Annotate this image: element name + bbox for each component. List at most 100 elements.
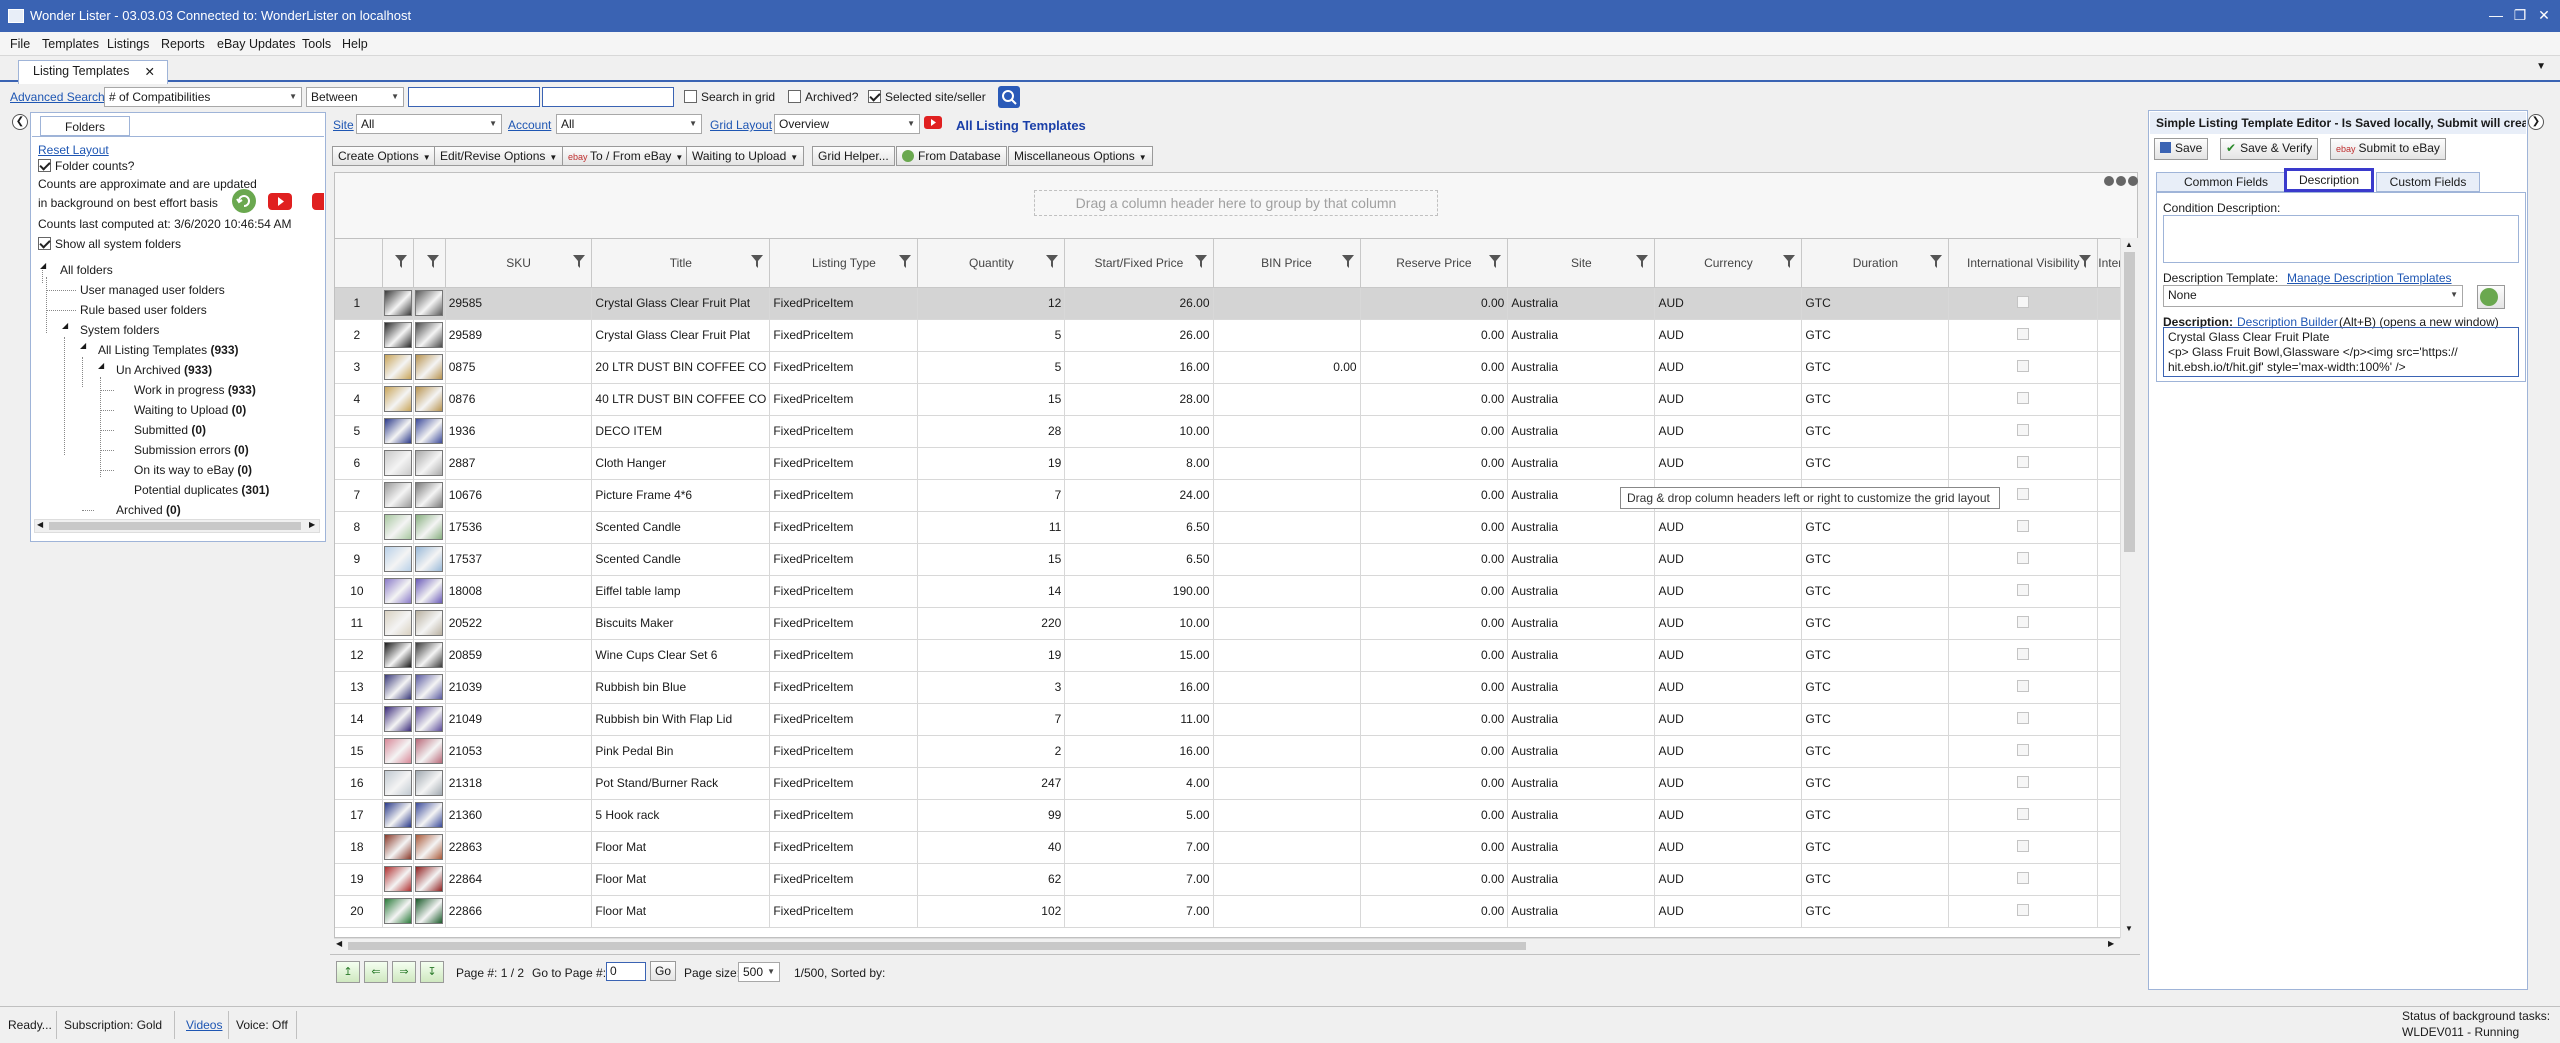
waiting-to-upload-button[interactable]: Waiting to Upload ▼ [686, 146, 805, 166]
tree-expand-icon[interactable]: ◢ [80, 341, 86, 350]
grid-horizontal-scrollbar[interactable]: ◀ ▶ [334, 938, 2120, 952]
tree-item-work-in-progress[interactable]: Work in progress (933) [134, 383, 256, 397]
filter-icon[interactable] [1930, 255, 1943, 269]
show-all-system-folders-checkbox[interactable]: Show all system folders [38, 237, 181, 251]
filter-icon[interactable] [1636, 255, 1649, 269]
account-select[interactable]: All ▼ [556, 114, 702, 134]
header-reserve-price[interactable]: Reserve Price [1360, 239, 1509, 288]
scroll-down-icon[interactable]: ▼ [2125, 924, 2133, 933]
tree-item-submitted[interactable]: Submitted (0) [134, 423, 206, 437]
international-visibility-checkbox[interactable] [2017, 391, 2030, 404]
table-row[interactable]: 4 0876 40 LTR DUST BIN COFFEE CO FixedPrice… [335, 383, 2137, 416]
international-visibility-checkbox[interactable] [2017, 871, 2030, 884]
international-visibility-checkbox[interactable] [2017, 423, 2030, 436]
filter-icon[interactable] [751, 255, 764, 269]
minimize-icon[interactable]: — [2484, 4, 2508, 26]
scroll-left-icon[interactable]: ◀ [336, 939, 342, 948]
international-visibility-checkbox[interactable] [2017, 679, 2030, 692]
grid-vertical-scrollbar[interactable]: ▲ ▼ [2120, 238, 2138, 938]
tree-item-submission-errors[interactable]: Submission errors (0) [134, 443, 249, 457]
edit-revise-options-button[interactable]: Edit/Revise Options ▼ [434, 146, 564, 166]
scroll-right-icon[interactable]: ▶ [2108, 939, 2114, 948]
filter-icon[interactable] [1783, 255, 1796, 269]
header-quantity[interactable]: Quantity [917, 239, 1066, 288]
table-row[interactable]: 11 20522 Biscuits Maker FixedPriceItem 220 10… [335, 607, 2137, 640]
search-operator-select[interactable]: Between ▼ [306, 87, 404, 107]
menu-ebay-updates[interactable]: eBay Updates [217, 37, 296, 51]
tab-description[interactable]: Description [2284, 168, 2374, 192]
youtube-video-button-2[interactable] [312, 193, 324, 210]
scrollbar-thumb[interactable] [49, 522, 301, 530]
filter-icon[interactable] [1489, 255, 1502, 269]
archived-checkbox[interactable]: Archived? [788, 90, 858, 104]
group-by-drop-zone[interactable]: Drag a column header here to group by th… [1034, 190, 1438, 216]
folder-counts-checkbox[interactable]: Folder counts? [38, 159, 134, 173]
table-row[interactable]: 20 22866 Floor Mat FixedPriceItem 102 7.00 0.0… [335, 895, 2137, 928]
menu-file[interactable]: File [10, 37, 30, 51]
search-value-1-input[interactable] [408, 87, 540, 107]
first-page-icon[interactable]: ↥ [336, 961, 360, 983]
header-start-price[interactable]: Start/Fixed Price [1064, 239, 1214, 288]
menu-listings[interactable]: Listings [107, 37, 149, 51]
previous-page-icon[interactable]: ⇐ [364, 961, 388, 983]
grid-helper-button[interactable]: Grid Helper... [812, 146, 895, 166]
table-row[interactable]: 10 18008 Eiffel table lamp FixedPriceItem 14… [335, 575, 2137, 608]
international-visibility-checkbox[interactable] [2017, 775, 2030, 788]
international-visibility-checkbox[interactable] [2017, 551, 2030, 564]
tree-item-on-its-way[interactable]: On its way to eBay (0) [134, 463, 252, 477]
table-row[interactable]: 9 17537 Scented Candle FixedPriceItem 15 6.50… [335, 543, 2137, 576]
reset-layout-link[interactable]: Reset Layout [38, 143, 109, 157]
filter-icon[interactable] [1341, 255, 1354, 269]
tree-expand-icon[interactable]: ◢ [62, 321, 68, 330]
refresh-counts-button[interactable] [232, 189, 256, 213]
table-row[interactable]: 18 22863 Floor Mat FixedPriceItem 40 7.00 0.00… [335, 831, 2137, 864]
filter-icon[interactable] [394, 255, 407, 269]
international-visibility-checkbox[interactable] [2017, 903, 2030, 916]
account-link[interactable]: Account [508, 118, 551, 132]
search-in-grid-checkbox[interactable]: Search in grid [684, 90, 775, 104]
tree-expand-icon[interactable]: ◢ [40, 261, 46, 270]
international-visibility-checkbox[interactable] [2017, 743, 2030, 756]
header-title[interactable]: Title [591, 239, 771, 288]
header-sku[interactable]: SKU [445, 239, 593, 288]
table-row[interactable]: 19 22864 Floor Mat FixedPriceItem 62 7.00 0.00… [335, 863, 2137, 896]
table-row[interactable]: 14 21049 Rubbish bin With Flap Lid FixedPri… [335, 703, 2137, 736]
menu-help[interactable]: Help [342, 37, 368, 51]
site-select[interactable]: All ▼ [356, 114, 502, 134]
tree-item-potential-duplicates[interactable]: Potential duplicates (301) [134, 483, 269, 497]
scroll-up-icon[interactable]: ▲ [2125, 240, 2133, 249]
international-visibility-checkbox[interactable] [2017, 359, 2030, 372]
next-page-icon[interactable]: ⇒ [392, 961, 416, 983]
table-row[interactable]: 8 17536 Scented Candle FixedPriceItem 11 6.50… [335, 511, 2137, 544]
close-icon[interactable]: ✕ [2532, 4, 2556, 26]
filter-icon[interactable] [2079, 255, 2092, 269]
goto-page-input[interactable]: 0 [606, 962, 646, 981]
table-row[interactable]: 1 29585 Crystal Glass Clear Fruit Plat Fixe… [335, 287, 2137, 320]
international-visibility-checkbox[interactable] [2017, 711, 2030, 724]
filter-icon[interactable] [426, 255, 439, 269]
grid-option-dot[interactable] [2128, 176, 2138, 186]
site-link[interactable]: Site [333, 118, 354, 132]
last-page-icon[interactable]: ↧ [420, 961, 444, 983]
tree-item-system-folders[interactable]: System folders [80, 323, 159, 337]
header-duration[interactable]: Duration [1801, 239, 1950, 288]
filter-icon[interactable] [1046, 255, 1059, 269]
header-site[interactable]: Site [1507, 239, 1656, 288]
save-verify-button[interactable]: ✔ Save & Verify [2220, 138, 2319, 160]
from-database-button[interactable]: From Database [896, 146, 1007, 166]
tab-common-fields[interactable]: Common Fields [2156, 172, 2296, 192]
filter-icon[interactable] [1194, 255, 1207, 269]
scrollbar-thumb[interactable] [348, 942, 1526, 950]
go-button[interactable]: Go [650, 961, 677, 981]
youtube-help-button[interactable] [924, 116, 942, 129]
header-image-1[interactable] [382, 239, 414, 288]
tree-item-un-archived[interactable]: Un Archived (933) [116, 363, 212, 377]
international-visibility-checkbox[interactable] [2017, 647, 2030, 660]
international-visibility-checkbox[interactable] [2017, 455, 2030, 468]
youtube-video-button[interactable] [268, 193, 292, 210]
grid-option-dot[interactable] [2104, 176, 2114, 186]
description-editor[interactable]: Crystal Glass Clear Fruit Plate <p> Glas… [2163, 327, 2519, 377]
condition-description-input[interactable] [2163, 215, 2519, 263]
tree-item-all-listing-templates[interactable]: All Listing Templates (933) [98, 343, 239, 357]
grid-layout-select[interactable]: Overview ▼ [774, 114, 920, 134]
